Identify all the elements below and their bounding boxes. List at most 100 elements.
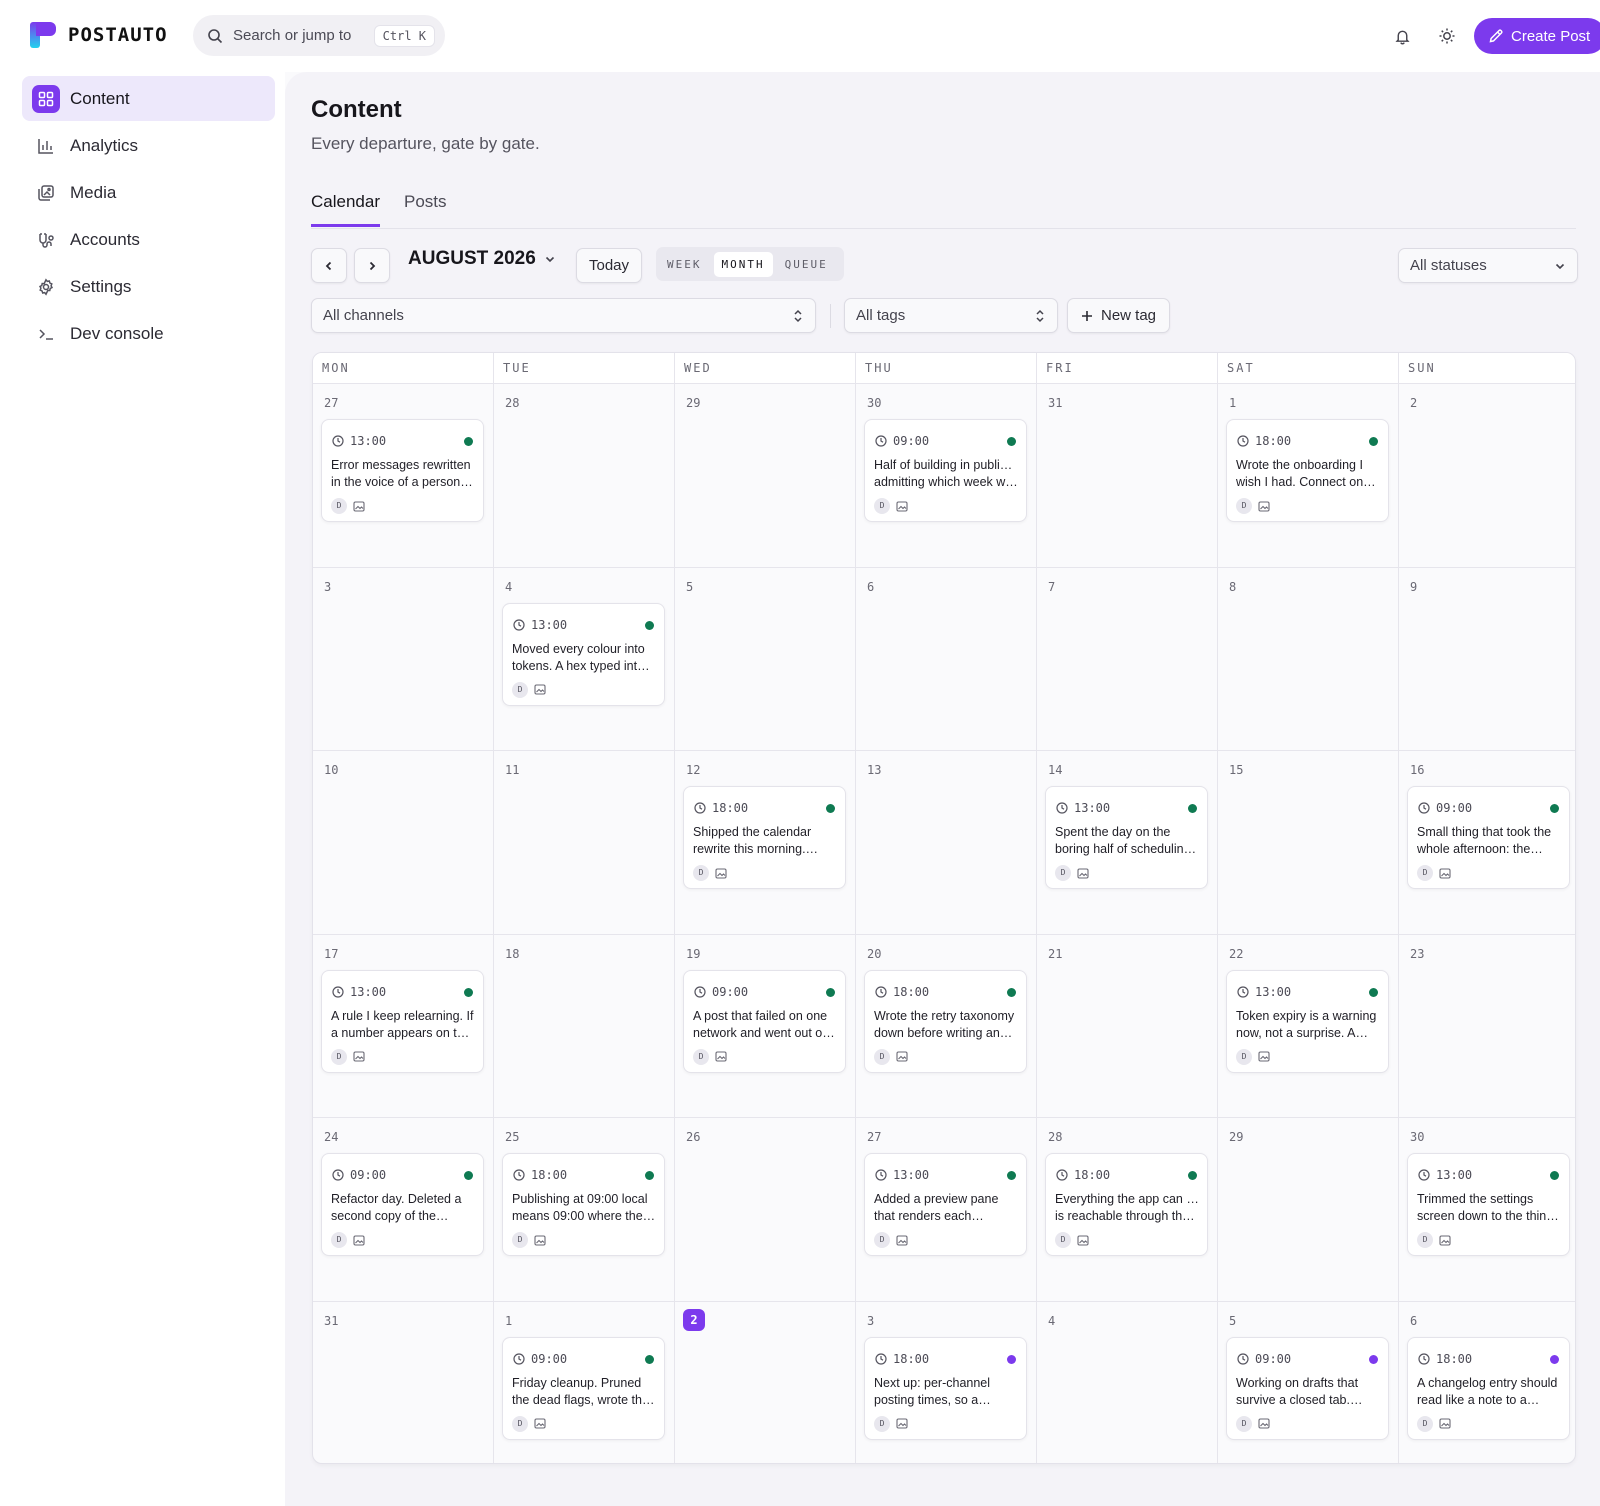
post-card[interactable]: 18:00 Publishing at 09:00 local means 09:0… <box>502 1153 665 1256</box>
post-time-label: 13:00 <box>350 434 387 448</box>
calendar-day-cell[interactable]: 25 18:00 Publishing at 09:00 local means 09… <box>494 1118 675 1302</box>
bar-chart-icon <box>36 136 56 156</box>
calendar-day-cell[interactable]: 6 <box>856 567 1037 751</box>
post-card[interactable]: 18:00 Shipped the calendar rewrite this mo… <box>683 786 846 889</box>
calendar-day-cell[interactable]: 5 <box>675 567 856 751</box>
post-meta: D <box>1417 1232 1451 1248</box>
sidebar-item-media[interactable]: Media <box>22 170 275 215</box>
post-card[interactable]: 09:00 Refactor day. Deleted a second copy … <box>321 1153 484 1256</box>
app-logo[interactable]: POSTAUTO <box>30 22 168 48</box>
post-card[interactable]: 09:00 Working on drafts that survive a clo… <box>1226 1336 1389 1440</box>
post-card[interactable]: 18:00 Next up: per-channel posting times, … <box>864 1336 1027 1440</box>
post-card[interactable]: 13:00 Trimmed the settings screen down to … <box>1407 1153 1570 1256</box>
post-card[interactable]: 18:00 Wrote the onboarding I wish I had. C… <box>1226 419 1389 522</box>
post-card[interactable]: 13:00 Added a preview pane that renders ea… <box>864 1153 1027 1256</box>
post-time: 09:00 <box>1418 801 1472 815</box>
post-card[interactable]: 09:00 Small thing that took the whole afte… <box>1407 786 1570 889</box>
weekday-header: THU <box>856 353 1037 384</box>
calendar-day-cell[interactable]: 1 18:00 Wrote the onboarding I wish I had. … <box>1218 384 1399 568</box>
calendar-day-cell[interactable]: 15 <box>1218 751 1399 935</box>
calendar-day-cell[interactable]: 2 <box>675 1301 856 1463</box>
post-time-label: 09:00 <box>1436 801 1473 815</box>
post-card[interactable]: 18:00 Wrote the retry taxonomy down before… <box>864 969 1027 1073</box>
calendar-day-cell[interactable]: 28 18:00 Everything the app can do is reach… <box>1037 1118 1218 1302</box>
calendar-day-cell[interactable]: 20 18:00 Wrote the retry taxonomy down befo… <box>856 934 1037 1118</box>
post-card[interactable]: 13:00 Error messages rewritten in the voic… <box>321 419 484 522</box>
calendar-day-cell[interactable]: 29 <box>675 384 856 568</box>
post-time-label: 09:00 <box>712 984 749 999</box>
calendar-day-cell[interactable]: 23 <box>1399 935 1575 1118</box>
post-card[interactable]: 09:00 Friday cleanup. Pruned the dead flag… <box>502 1336 665 1440</box>
tags-filter-select[interactable]: All tags <box>844 298 1058 333</box>
calendar-day-cell[interactable]: 8 <box>1218 567 1399 751</box>
calendar-day-cell[interactable]: 4 13:00 Moved every colour into tokens. A h… <box>494 567 675 751</box>
post-preview-line: Wrote the onboarding I <box>1236 458 1363 472</box>
sidebar-item-dev-console[interactable]: Dev console <box>22 311 275 356</box>
calendar-day-cell[interactable]: 1 09:00 Friday cleanup. Pruned the dead fla… <box>494 1301 675 1463</box>
channels-filter-select[interactable]: All channels <box>311 298 816 333</box>
calendar-day-cell[interactable]: 22 13:00 Token expiry is a warning now, not… <box>1218 934 1399 1118</box>
prev-month-button[interactable] <box>311 248 347 283</box>
calendar-day-cell[interactable]: 17 13:00 A rule I keep relearning. If a num… <box>313 934 494 1118</box>
sidebar-item-settings[interactable]: Settings <box>22 264 275 309</box>
post-card[interactable]: 13:00 A rule I keep relearning. If a numbe… <box>321 969 484 1073</box>
post-card[interactable]: 13:00 Moved every colour into tokens. A he… <box>502 602 665 706</box>
month-picker[interactable]: AUGUST 2026 <box>408 248 556 270</box>
sidebar-item-analytics[interactable]: Analytics <box>22 123 275 168</box>
weekday-header: FRI <box>1037 353 1218 384</box>
post-preview: Friday cleanup. Pruned the dead flags, wr… <box>512 1375 656 1409</box>
post-card[interactable]: 13:00 Spent the day on the boring half of … <box>1045 786 1208 889</box>
calendar-day-cell[interactable]: 12 18:00 Shipped the calendar rewrite this … <box>675 751 856 935</box>
calendar-day-cell[interactable]: 24 09:00 Refactor day. Deleted a second cop… <box>313 1118 494 1302</box>
create-post-button[interactable]: Create Post <box>1474 18 1600 54</box>
calendar-day-cell[interactable]: 30 13:00 Trimmed the settings screen down t… <box>1399 1118 1575 1302</box>
next-month-button[interactable] <box>354 248 390 283</box>
calendar-day-cell[interactable]: 3 18:00 Next up: per-channel posting times,… <box>856 1301 1037 1463</box>
calendar-day-cell[interactable]: 14 13:00 Spent the day on the boring half o… <box>1037 751 1218 935</box>
calendar-day-cell[interactable]: 31 <box>1037 384 1218 568</box>
notifications-button[interactable] <box>1388 22 1416 50</box>
calendar-day-cell[interactable]: 2 <box>1399 384 1575 568</box>
calendar-day-cell[interactable]: 31 <box>313 1301 494 1463</box>
post-meta: D <box>693 865 727 881</box>
sidebar-item-accounts[interactable]: Accounts <box>22 217 275 262</box>
calendar-day-cell[interactable]: 27 13:00 Added a preview pane that renders … <box>856 1118 1037 1302</box>
tab-posts[interactable]: Posts <box>404 192 447 227</box>
calendar-day-cell[interactable]: 5 09:00 Working on drafts that survive a cl… <box>1218 1301 1399 1463</box>
tab-calendar[interactable]: Calendar <box>311 192 380 227</box>
search-input[interactable]: Search or jump to Ctrl K <box>193 15 445 56</box>
calendar-day-cell[interactable]: 10 <box>313 751 494 935</box>
post-card[interactable]: 18:00 A changelog entry should read like a… <box>1407 1336 1570 1440</box>
calendar-day-cell[interactable]: 13 <box>856 751 1037 935</box>
sidebar-item-content[interactable]: Content <box>22 76 275 121</box>
calendar-day-cell[interactable]: 27 13:00 Error messages rewritten in the vo… <box>313 384 494 568</box>
new-tag-button[interactable]: New tag <box>1067 298 1170 333</box>
post-card[interactable]: 09:00 Half of building in public is admitt… <box>864 419 1027 522</box>
today-button[interactable]: Today <box>576 248 642 283</box>
post-preview: Next up: per-channel posting times, so a… <box>874 1375 1018 1409</box>
view-month[interactable]: MONTH <box>713 251 773 277</box>
day-number: 30 <box>867 396 882 410</box>
calendar-day-cell[interactable]: 6 18:00 A changelog entry should read like … <box>1399 1302 1575 1464</box>
calendar-day-cell[interactable]: 19 09:00 A post that failed on one network … <box>675 934 856 1118</box>
calendar-day-cell[interactable]: 30 09:00 Half of building in public is admi… <box>856 384 1037 568</box>
calendar-day-cell[interactable]: 11 <box>494 751 675 935</box>
calendar-day-cell[interactable]: 29 <box>1218 1118 1399 1302</box>
status-filter-select[interactable]: All statuses <box>1398 248 1578 283</box>
post-card[interactable]: 13:00 Token expiry is a warning now, not a… <box>1226 969 1389 1073</box>
calendar-day-cell[interactable]: 18 <box>494 934 675 1118</box>
post-card[interactable]: 18:00 Everything the app can do is reachab… <box>1045 1153 1208 1256</box>
calendar-day-cell[interactable]: 3 <box>313 567 494 751</box>
view-week[interactable]: WEEK <box>659 252 710 277</box>
calendar-day-cell[interactable]: 7 <box>1037 567 1218 751</box>
view-queue[interactable]: QUEUE <box>777 252 836 277</box>
calendar-day-cell[interactable]: 21 <box>1037 934 1218 1118</box>
calendar-day-cell[interactable]: 16 09:00 Small thing that took the whole af… <box>1399 751 1575 935</box>
theme-toggle-button[interactable] <box>1433 22 1461 50</box>
calendar-day-cell[interactable]: 26 <box>675 1118 856 1302</box>
calendar-day-cell[interactable]: 9 <box>1399 568 1575 751</box>
calendar-day-cell[interactable]: 4 <box>1037 1301 1218 1463</box>
calendar-day-cell[interactable]: 28 <box>494 384 675 568</box>
post-card[interactable]: 09:00 A post that failed on one network an… <box>683 969 846 1073</box>
status-dot <box>645 1171 654 1180</box>
